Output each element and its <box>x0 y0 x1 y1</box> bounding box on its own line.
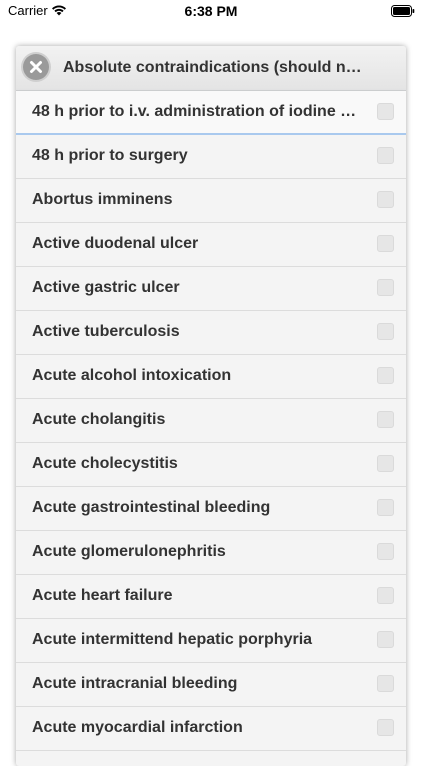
list-item[interactable]: Acute intermittend hepatic porphyria <box>16 619 406 663</box>
status-bar: Carrier 6:38 PM <box>0 0 422 22</box>
list-item-label: 48 h prior to surgery <box>32 147 188 164</box>
close-icon <box>23 54 49 80</box>
list-item-label: Active duodenal ulcer <box>32 235 199 252</box>
list-item[interactable]: 48 h prior to surgery <box>16 135 406 179</box>
item-checkbox[interactable] <box>377 279 394 296</box>
item-checkbox[interactable] <box>377 191 394 208</box>
list-item[interactable]: Acute heart failure <box>16 575 406 619</box>
list-item[interactable]: Acute glomerulonephritis <box>16 531 406 575</box>
list-item-label: Acute intracranial bleeding <box>32 675 238 692</box>
close-button[interactable] <box>23 54 49 80</box>
item-checkbox[interactable] <box>377 411 394 428</box>
item-checkbox[interactable] <box>377 235 394 252</box>
item-checkbox[interactable] <box>377 675 394 692</box>
list-item[interactable]: Acute myocardial infarction <box>16 707 406 751</box>
popup-title: Absolute contraindications (should not b… <box>63 59 363 76</box>
list-item-label: Acute heart failure <box>32 587 173 604</box>
item-checkbox[interactable] <box>377 103 394 120</box>
list-item[interactable]: Acute cholangitis <box>16 399 406 443</box>
status-time: 6:38 PM <box>184 3 238 19</box>
list-item[interactable]: Acute gastrointestinal bleeding <box>16 487 406 531</box>
item-checkbox[interactable] <box>377 323 394 340</box>
item-checkbox[interactable] <box>377 147 394 164</box>
item-checkbox[interactable] <box>377 631 394 648</box>
list-item-label: Acute myocardial infarction <box>32 719 243 736</box>
list-item-label: Acute glomerulonephritis <box>32 543 226 560</box>
list-item-label: Acute cholangitis <box>32 411 166 428</box>
list-item-label: Active gastric ulcer <box>32 279 180 296</box>
list-item-label: Acute gastrointestinal bleeding <box>32 499 271 516</box>
list-item[interactable]: Acute cholecystitis <box>16 443 406 487</box>
list-item[interactable]: Active gastric ulcer <box>16 267 406 311</box>
list-item-label: 48 h prior to i.v. administration of iod… <box>32 103 364 120</box>
battery-icon <box>391 4 415 17</box>
list-item[interactable]: Abortus imminens <box>16 179 406 223</box>
list-item[interactable]: Acute alcohol intoxication <box>16 355 406 399</box>
list-item-label: Acute alcohol intoxication <box>32 367 232 384</box>
popup-header: Absolute contraindications (should not b… <box>16 46 406 91</box>
list-item-label: Abortus imminens <box>32 191 173 208</box>
list-item-label: Acute intermittend hepatic porphyria <box>32 631 313 648</box>
item-checkbox[interactable] <box>377 719 394 736</box>
list-item[interactable]: Acute intracranial bleeding <box>16 663 406 707</box>
contraindications-popup: Absolute contraindications (should not b… <box>16 46 406 766</box>
list-item[interactable]: Active tuberculosis <box>16 311 406 355</box>
item-checkbox[interactable] <box>377 499 394 516</box>
list-item-label: Active tuberculosis <box>32 323 180 340</box>
list-item-label: Acute cholecystitis <box>32 455 178 472</box>
contraindication-list: 48 h prior to i.v. administration of iod… <box>16 91 406 751</box>
item-checkbox[interactable] <box>377 455 394 472</box>
item-checkbox[interactable] <box>377 543 394 560</box>
item-checkbox[interactable] <box>377 367 394 384</box>
list-item[interactable]: 48 h prior to i.v. administration of iod… <box>16 91 406 135</box>
list-item[interactable]: Active duodenal ulcer <box>16 223 406 267</box>
item-checkbox[interactable] <box>377 587 394 604</box>
